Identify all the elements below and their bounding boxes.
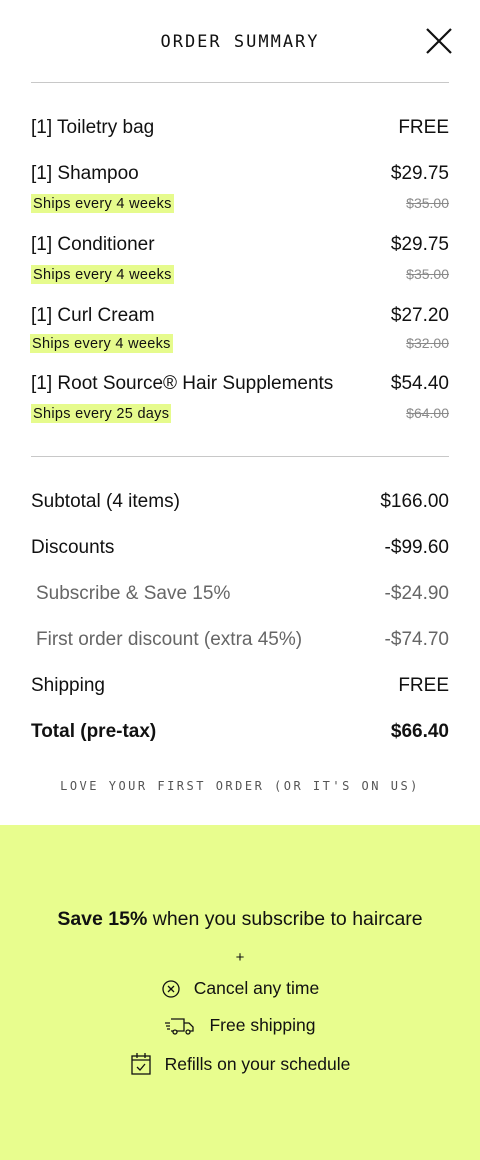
first-order-discount-row: First order discount (extra 45%) -$74.70 xyxy=(31,626,449,654)
discounts-value: -$99.60 xyxy=(384,537,449,558)
benefit-label: Free shipping xyxy=(209,1015,316,1035)
close-icon xyxy=(426,28,452,54)
promo-headline: Save 15% when you subscribe to haircare xyxy=(0,908,480,931)
original-price: $35.00 xyxy=(406,195,449,211)
items-divider xyxy=(31,456,449,457)
original-price: $35.00 xyxy=(406,266,449,282)
discounts-label: Discounts xyxy=(31,537,115,558)
order-item: [1] Conditioner $29.75 Ships every 4 wee… xyxy=(31,231,449,302)
subtotal-row: Subtotal (4 items) $166.00 xyxy=(31,488,449,516)
item-name: [1] Curl Cream xyxy=(31,305,155,326)
frequency-badge: Ships every 25 days xyxy=(31,403,172,423)
subscribe-discount-row: Subscribe & Save 15% -$24.90 xyxy=(31,580,449,608)
shipping-row: Shipping FREE xyxy=(31,672,449,700)
order-item: [1] Curl Cream $27.20 Ships every 4 week… xyxy=(30,302,449,370)
item-name: [1] Shampoo xyxy=(31,163,139,184)
subscribe-discount-value: -$24.90 xyxy=(384,583,449,604)
subtotal-label: Subtotal (4 items) xyxy=(31,491,180,512)
item-name: [1] Root Source® Hair Supplements xyxy=(31,373,334,394)
benefit-cancel: Cancel any time xyxy=(0,978,480,999)
item-name: [1] Toiletry bag xyxy=(31,117,155,138)
benefit-refills: Refills on your schedule xyxy=(0,1052,480,1076)
benefit-label: Cancel any time xyxy=(193,978,320,998)
frequency-badge: Ships every 4 weeks xyxy=(31,193,174,213)
total-row: Total (pre-tax) $66.40 xyxy=(31,718,449,746)
promo-headline-rest: when you subscribe to haircare xyxy=(147,908,423,930)
promo-headline-bold: Save 15% xyxy=(57,908,148,930)
shipping-value: FREE xyxy=(398,675,449,696)
subtotal-value: $166.00 xyxy=(380,491,449,512)
subscription-promo: Save 15% when you subscribe to haircare … xyxy=(0,825,480,1160)
total-value: $66.40 xyxy=(390,721,449,742)
benefit-label: Refills on your schedule xyxy=(164,1053,351,1074)
benefit-shipping: Free shipping xyxy=(0,1015,480,1036)
subscribe-discount-label: Subscribe & Save 15% xyxy=(36,583,231,604)
promo-plus: + xyxy=(235,949,245,966)
item-name: [1] Conditioner xyxy=(31,234,155,255)
original-price: $64.00 xyxy=(406,405,449,421)
item-price: $54.40 xyxy=(390,373,449,394)
item-price: FREE xyxy=(398,117,449,138)
order-item: [1] Toiletry bag FREE xyxy=(31,114,449,160)
order-totals: Subtotal (4 items) $166.00 Discounts -$9… xyxy=(31,488,449,764)
order-item: [1] Root Source® Hair Supplements $54.40… xyxy=(31,370,449,430)
original-price: $32.00 xyxy=(406,335,449,351)
order-items: [1] Toiletry bag FREE [1] Shampoo $29.75… xyxy=(30,114,449,430)
first-order-discount-label: First order discount (extra 45%) xyxy=(36,629,303,650)
item-price: $27.20 xyxy=(390,305,449,326)
order-item: [1] Shampoo $29.75 Ships every 4 weeks $… xyxy=(31,160,449,231)
cancel-icon xyxy=(162,979,180,998)
total-label: Total (pre-tax) xyxy=(31,721,157,742)
item-price: $29.75 xyxy=(390,234,449,255)
page-title: ORDER SUMMARY xyxy=(160,32,320,52)
header: ORDER SUMMARY xyxy=(0,0,480,82)
close-button[interactable] xyxy=(424,26,454,56)
first-order-discount-value: -$74.70 xyxy=(384,629,449,650)
item-price: $29.75 xyxy=(390,163,449,184)
frequency-badge: Ships every 4 weeks xyxy=(31,264,174,284)
header-divider xyxy=(31,82,449,83)
frequency-badge: Ships every 4 weeks xyxy=(30,333,173,353)
truck-icon xyxy=(165,1017,195,1035)
discounts-row: Discounts -$99.60 xyxy=(31,534,449,562)
calendar-check-icon xyxy=(130,1053,151,1075)
shipping-label: Shipping xyxy=(31,675,105,696)
guarantee-text: LOVE YOUR FIRST ORDER (OR IT'S ON US) xyxy=(60,779,420,793)
